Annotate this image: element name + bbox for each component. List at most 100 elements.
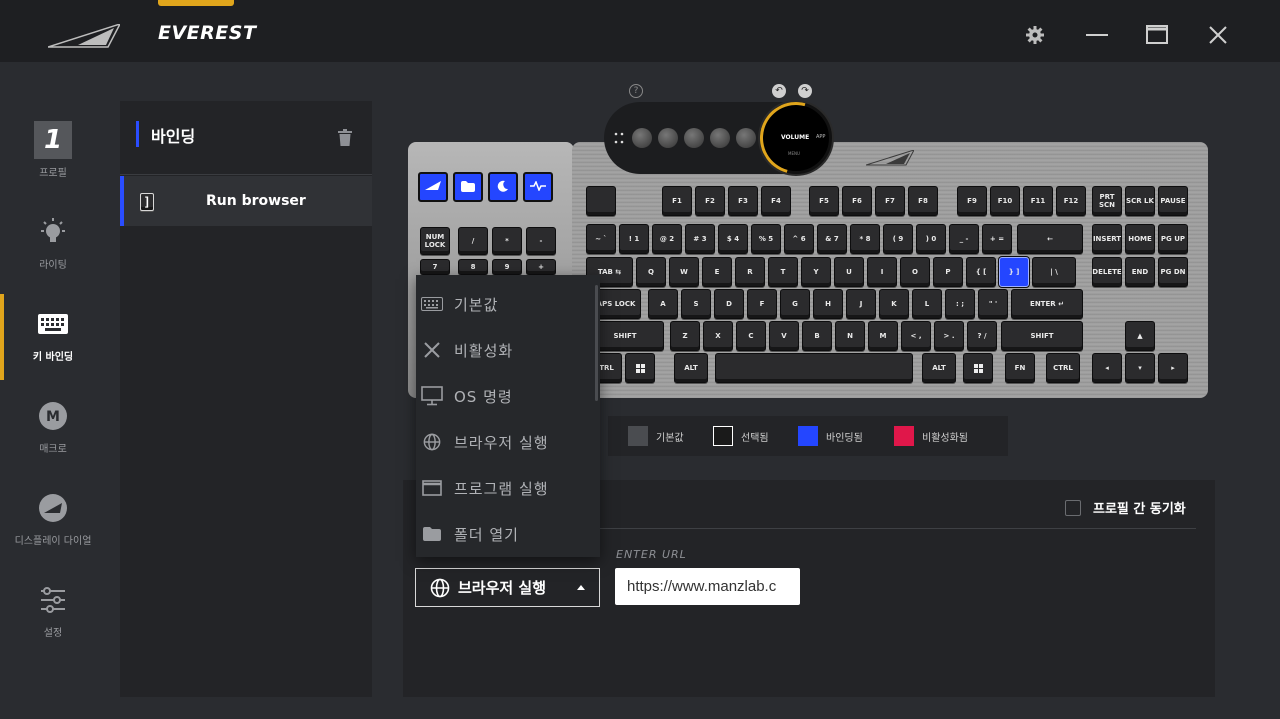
key-nav-low[interactable]: PG DN <box>1158 257 1188 287</box>
key-left-win[interactable] <box>625 353 655 383</box>
key-number-row[interactable]: @ 2 <box>652 224 682 254</box>
action-type-dropdown[interactable]: 브라우저 실행 <box>415 568 600 607</box>
nav-item-lighting[interactable]: 라이팅 <box>0 202 106 288</box>
key-letter[interactable]: ? / <box>967 321 997 351</box>
menu-option-default[interactable]: 기본값 <box>416 281 594 327</box>
numpad-function-key[interactable] <box>453 172 483 202</box>
key-escape[interactable] <box>586 186 616 216</box>
key-letter[interactable]: > . <box>934 321 964 351</box>
key-letter[interactable]: V <box>769 321 799 351</box>
trash-icon[interactable] <box>338 129 352 146</box>
numpad-key-numlock[interactable]: NUM LOCK <box>420 227 450 255</box>
key-nav-mid[interactable]: INSERT <box>1092 224 1122 254</box>
key-enter[interactable]: ENTER ↵ <box>1011 289 1083 319</box>
key-letter[interactable]: M <box>868 321 898 351</box>
key-letter[interactable]: | \ <box>1032 257 1076 287</box>
menu-option-open-folder[interactable]: 폴더 열기 <box>416 511 594 557</box>
key-nav-mid[interactable]: HOME <box>1125 224 1155 254</box>
key-f9[interactable]: F9 <box>957 186 987 216</box>
key-number-row[interactable]: & 7 <box>817 224 847 254</box>
key-right-ctrl[interactable]: CTRL <box>1046 353 1080 383</box>
key-number-row[interactable]: ( 9 <box>883 224 913 254</box>
binding-list-item[interactable]: ] Run browser <box>120 176 372 226</box>
settings-gear-button[interactable] <box>1018 18 1052 52</box>
close-button[interactable] <box>1201 18 1235 52</box>
key-right-win[interactable] <box>963 353 993 383</box>
display-dial[interactable]: VOLUME APP MENU <box>746 88 846 188</box>
key-arrow-right[interactable]: ▸ <box>1158 353 1188 383</box>
key-letter[interactable]: G <box>780 289 810 319</box>
key-letter[interactable]: N <box>835 321 865 351</box>
key-letter[interactable]: D <box>714 289 744 319</box>
nav-item-key-binding[interactable]: 키 바인딩 <box>0 294 106 380</box>
key-letter[interactable]: O <box>900 257 930 287</box>
key-number-row[interactable]: _ - <box>949 224 979 254</box>
key-letter[interactable]: U <box>834 257 864 287</box>
key-number-row[interactable]: # 3 <box>685 224 715 254</box>
key-letter[interactable]: < , <box>901 321 931 351</box>
key-f6[interactable]: F6 <box>842 186 872 216</box>
key-nav-top[interactable]: SCR LK <box>1125 186 1155 216</box>
key-nav-mid[interactable]: PG UP <box>1158 224 1188 254</box>
maximize-button[interactable] <box>1140 18 1174 52</box>
key-spacebar[interactable] <box>715 353 913 383</box>
menu-option-run-browser[interactable]: 브라우저 실행 <box>416 419 594 465</box>
numpad-key[interactable]: / <box>458 227 488 255</box>
key-f2[interactable]: F2 <box>695 186 725 216</box>
menu-option-os-command[interactable]: OS 명령 <box>416 373 594 419</box>
key-letter[interactable]: Q <box>636 257 666 287</box>
undo-icon[interactable]: ↶ <box>772 84 786 98</box>
key-letter[interactable]: W <box>669 257 699 287</box>
key-f8[interactable]: F8 <box>908 186 938 216</box>
key-letter[interactable]: { [ <box>966 257 996 287</box>
key-f3[interactable]: F3 <box>728 186 758 216</box>
nav-item-settings[interactable]: 설정 <box>0 570 106 656</box>
key-letter[interactable]: E <box>702 257 732 287</box>
key-arrow-down[interactable]: ▾ <box>1125 353 1155 383</box>
key-f11[interactable]: F11 <box>1023 186 1053 216</box>
help-icon[interactable]: ? <box>629 84 643 98</box>
key-letter[interactable]: S <box>681 289 711 319</box>
key-letter[interactable]: Z <box>670 321 700 351</box>
media-button-3[interactable] <box>684 128 704 148</box>
menu-option-disable[interactable]: 비활성화 <box>416 327 594 373</box>
key-letter[interactable]: K <box>879 289 909 319</box>
menu-scrollbar[interactable] <box>595 285 598 401</box>
key-letter[interactable]: B <box>802 321 832 351</box>
key-number-row[interactable]: ~ ` <box>586 224 616 254</box>
sync-profiles-checkbox[interactable]: 프로필 간 동기화 <box>1065 498 1186 517</box>
key-letter[interactable]: L <box>912 289 942 319</box>
key-f12[interactable]: F12 <box>1056 186 1086 216</box>
numpad-key[interactable]: 9 <box>492 259 522 275</box>
key-letter[interactable]: X <box>703 321 733 351</box>
key-right-alt[interactable]: ALT <box>922 353 956 383</box>
key-fn[interactable]: FN <box>1005 353 1035 383</box>
key-letter[interactable]: F <box>747 289 777 319</box>
key-f7[interactable]: F7 <box>875 186 905 216</box>
key-number-row[interactable]: % 5 <box>751 224 781 254</box>
url-input[interactable] <box>615 568 800 605</box>
key-letter[interactable]: H <box>813 289 843 319</box>
key-arrow-left[interactable]: ◂ <box>1092 353 1122 383</box>
key-letter[interactable]: Y <box>801 257 831 287</box>
key-right-bracket-bound[interactable]: } ] <box>999 257 1029 287</box>
key-letter[interactable]: J <box>846 289 876 319</box>
nav-item-display-dial[interactable]: 디스플레이 다이얼 <box>0 478 106 564</box>
key-letter[interactable]: A <box>648 289 678 319</box>
key-letter[interactable]: " ' <box>978 289 1008 319</box>
key-nav-low[interactable]: END <box>1125 257 1155 287</box>
numpad-key[interactable]: 7 <box>420 259 450 275</box>
key-right-shift[interactable]: SHIFT <box>1001 321 1083 351</box>
key-left-alt[interactable]: ALT <box>674 353 708 383</box>
key-number-row[interactable]: ^ 6 <box>784 224 814 254</box>
key-number-row[interactable]: ! 1 <box>619 224 649 254</box>
numpad-function-key[interactable] <box>523 172 553 202</box>
key-number-row[interactable]: * 8 <box>850 224 880 254</box>
media-button-1[interactable] <box>632 128 652 148</box>
key-nav-top[interactable]: PRT SCN <box>1092 186 1122 216</box>
media-button-2[interactable] <box>658 128 678 148</box>
sync-checkbox-box[interactable] <box>1065 499 1081 516</box>
key-nav-low[interactable]: DELETE <box>1092 257 1122 287</box>
key-f4[interactable]: F4 <box>761 186 791 216</box>
key-letter[interactable]: T <box>768 257 798 287</box>
